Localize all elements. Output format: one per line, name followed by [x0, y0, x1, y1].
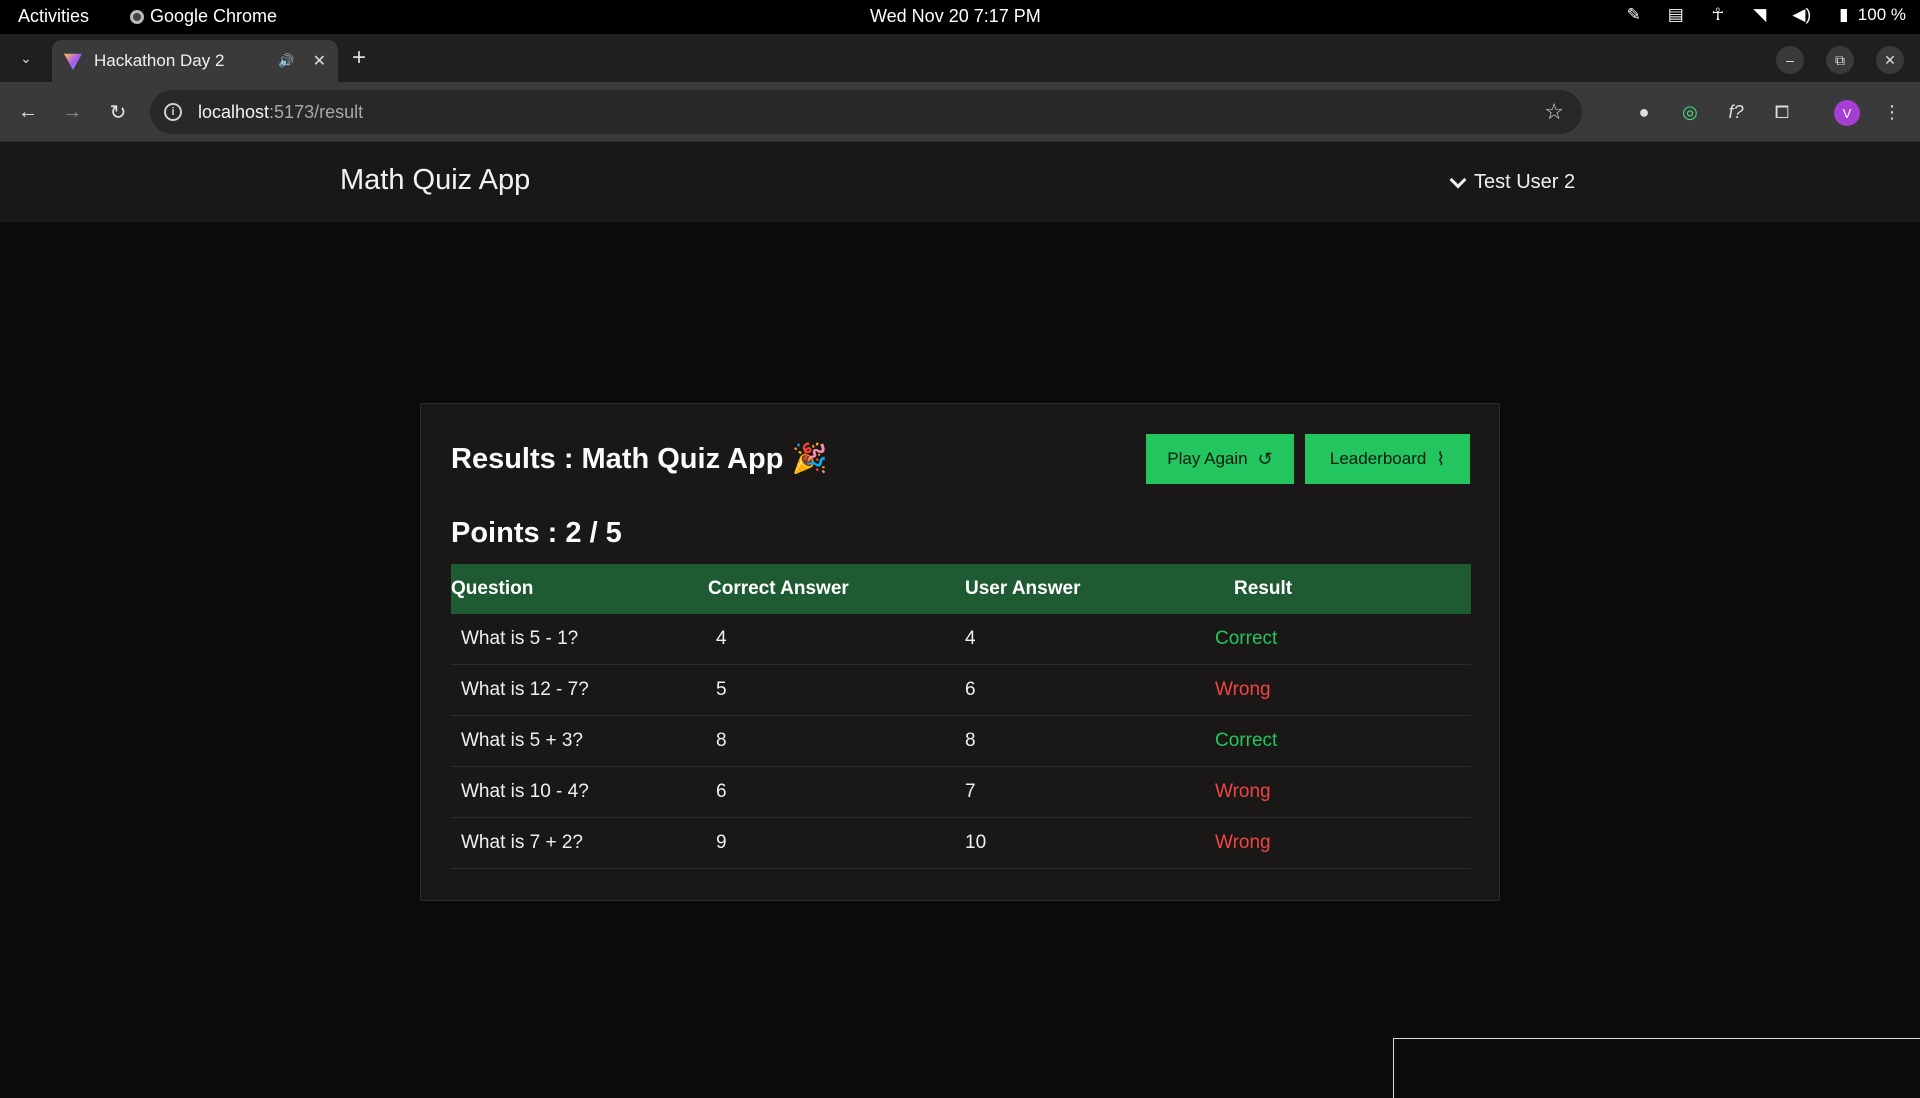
chevron-down-icon	[1449, 171, 1467, 188]
user-answer-cell: 8	[965, 730, 976, 751]
battery-indicator[interactable]: ▮ 100 %	[1834, 5, 1906, 25]
user-answer-cell: 6	[965, 679, 976, 700]
result-cell: Wrong	[1215, 781, 1271, 802]
tab-hackathon[interactable]: Hackathon Day 2 🔊 ✕	[52, 40, 338, 82]
vite-favicon-icon	[64, 53, 82, 70]
activities-button[interactable]: Activities	[18, 6, 89, 27]
tab-strip: ⌄ Hackathon Day 2 🔊 ✕ + – ⧉ ✕	[0, 34, 1920, 82]
header-result: Result	[1234, 578, 1293, 599]
clock[interactable]: Wed Nov 20 7:17 PM	[870, 6, 1041, 27]
chrome-icon	[130, 9, 144, 24]
extension-target-icon[interactable]: ◎	[1676, 98, 1704, 126]
system-tray[interactable]: ✎ ▤ ☥ ◥ ◀) ▮ 100 %	[1624, 5, 1906, 25]
results-table: Question Correct Answer User Answer Resu…	[451, 564, 1471, 869]
points-score: Points : 2 / 5	[451, 517, 622, 549]
result-cell: Correct	[1215, 730, 1278, 751]
user-answer-cell: 4	[965, 628, 976, 649]
address-bar[interactable]: i localhost:5173/result ☆	[150, 90, 1582, 134]
restore-icon[interactable]: ⧉	[1826, 46, 1854, 74]
tab-search-button[interactable]: ⌄	[12, 44, 40, 72]
accessibility-icon[interactable]: ☥	[1708, 5, 1728, 25]
table-header: Question Correct Answer User Answer Resu…	[451, 564, 1471, 614]
user-answer-cell: 7	[965, 781, 976, 802]
question-cell: What is 12 - 7?	[461, 679, 589, 700]
result-cell: Wrong	[1215, 679, 1271, 700]
url-path: :5173/result	[269, 101, 364, 122]
new-tab-button[interactable]: +	[352, 46, 366, 70]
play-again-label: Play Again	[1167, 449, 1248, 468]
result-cell: Wrong	[1215, 832, 1271, 853]
results-card: Results : Math Quiz App 🎉 Play Again ↺ L…	[420, 403, 1500, 901]
question-cell: What is 5 - 1?	[461, 628, 579, 649]
leaderboard-button[interactable]: Leaderboard ⌇	[1305, 434, 1470, 484]
reload-icon[interactable]: ↻	[104, 98, 132, 126]
table-row: What is 10 - 4? 6 7 Wrong	[451, 767, 1471, 818]
result-cell: Correct	[1215, 628, 1278, 649]
browser-menu-icon[interactable]: ⋮	[1878, 98, 1906, 126]
app-header: Math Quiz App Test User 2	[0, 142, 1920, 222]
table-row: What is 5 + 3? 8 8 Correct	[451, 716, 1471, 767]
correct-answer-cell: 6	[716, 781, 727, 802]
correct-answer-cell: 8	[716, 730, 727, 751]
overlay-panel	[1393, 1038, 1920, 1098]
leaderboard-label: Leaderboard	[1329, 449, 1427, 468]
volume-icon[interactable]: ◀)	[1792, 5, 1812, 25]
header-question: Question	[451, 578, 534, 599]
question-cell: What is 5 + 3?	[461, 730, 583, 751]
browser-toolbar: ← → ↻ i localhost:5173/result ☆ ● ◎ f? ⧠…	[0, 82, 1920, 142]
color-picker-icon[interactable]: ✎	[1624, 5, 1644, 25]
extension-formula-icon[interactable]: f?	[1722, 98, 1750, 126]
user-answer-cell: 10	[965, 832, 987, 853]
question-cell: What is 7 + 2?	[461, 832, 583, 853]
forward-icon[interactable]: →	[58, 98, 86, 126]
correct-answer-cell: 9	[716, 832, 727, 853]
tab-title: Hackathon Day 2	[94, 51, 225, 70]
question-cell: What is 10 - 4?	[461, 781, 589, 802]
correct-answer-cell: 4	[716, 628, 727, 649]
battery-icon: ▮	[1839, 5, 1849, 24]
extension-icon[interactable]: ●	[1630, 98, 1658, 126]
close-window-icon[interactable]: ✕	[1876, 46, 1904, 74]
restart-icon: ↺	[1257, 448, 1273, 469]
app-menu[interactable]: Google Chrome	[130, 6, 277, 27]
minimize-icon[interactable]: –	[1776, 46, 1804, 74]
rss-icon: ⌇	[1436, 448, 1446, 469]
profile-avatar[interactable]: V	[1834, 100, 1860, 126]
audio-playing-icon[interactable]: 🔊	[278, 53, 294, 69]
header-correct-answer: Correct Answer	[708, 578, 849, 599]
app-menu-label: Google Chrome	[150, 6, 278, 26]
results-title: Results : Math Quiz App 🎉	[451, 443, 828, 475]
user-name: Test User 2	[1474, 171, 1576, 193]
bookmark-star-icon[interactable]: ☆	[1544, 99, 1564, 125]
play-again-button[interactable]: Play Again ↺	[1146, 434, 1294, 484]
table-row: What is 7 + 2? 9 10 Wrong	[451, 818, 1471, 869]
close-tab-icon[interactable]: ✕	[313, 51, 326, 71]
back-icon[interactable]: ←	[14, 98, 42, 126]
app-title[interactable]: Math Quiz App	[340, 164, 530, 197]
correct-answer-cell: 5	[716, 679, 727, 700]
clipboard-icon[interactable]: ▤	[1666, 5, 1686, 25]
user-menu[interactable]: Test User 2	[1449, 171, 1576, 194]
table-row: What is 5 - 1? 4 4 Correct	[451, 614, 1471, 665]
table-row: What is 12 - 7? 5 6 Wrong	[451, 665, 1471, 716]
wifi-icon[interactable]: ◥	[1750, 5, 1770, 25]
url-host: localhost	[198, 101, 270, 122]
extensions-puzzle-icon[interactable]: ⧠	[1768, 98, 1796, 126]
battery-percent: 100 %	[1857, 5, 1906, 24]
site-info-icon[interactable]: i	[164, 103, 182, 121]
header-user-answer: User Answer	[965, 578, 1081, 599]
system-top-bar: Activities Google Chrome Wed Nov 20 7:17…	[0, 0, 1920, 34]
